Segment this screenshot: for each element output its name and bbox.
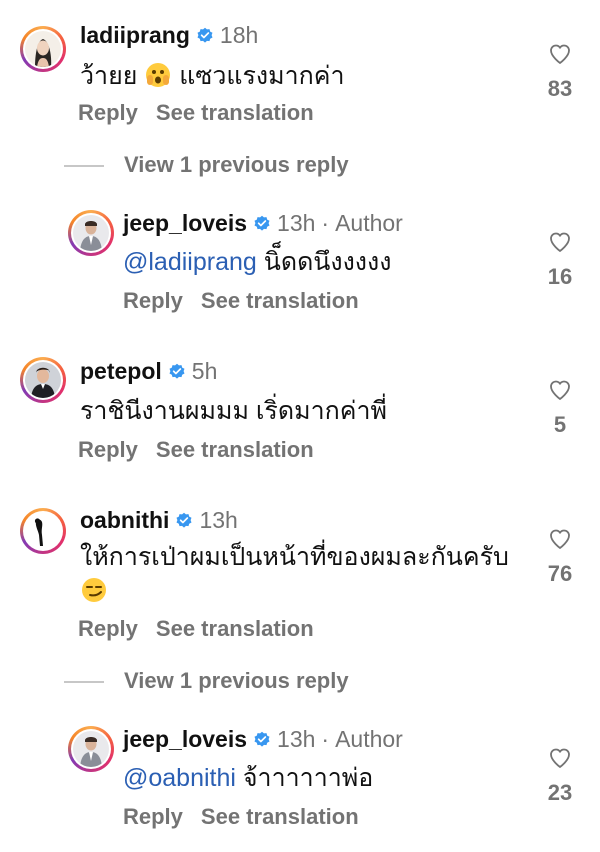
like-count: 23 — [547, 780, 573, 805]
username[interactable]: ladiiprang — [80, 22, 190, 48]
avatar[interactable] — [20, 357, 66, 403]
divider — [64, 165, 104, 168]
like-count: 83 — [547, 76, 573, 101]
avatar[interactable] — [20, 508, 66, 554]
heart-icon[interactable] — [548, 527, 572, 551]
verified-badge-icon — [253, 731, 271, 749]
comment-text: ว้ายย แซวแรงมากค่า — [80, 62, 345, 90]
reply-button[interactable]: Reply — [78, 616, 138, 641]
like-count: 16 — [547, 264, 573, 289]
avatar[interactable] — [68, 726, 114, 772]
reply-button[interactable]: Reply — [78, 437, 138, 462]
heart-icon[interactable] — [548, 42, 572, 66]
verified-badge-icon — [175, 512, 193, 530]
see-translation-button[interactable]: See translation — [201, 804, 359, 829]
smirking-face-emoji-icon — [82, 578, 106, 602]
timestamp: 13h — [277, 210, 316, 236]
username[interactable]: jeep_loveis — [123, 210, 247, 236]
view-previous-reply-button[interactable]: View 1 previous reply — [64, 668, 349, 694]
verified-badge-icon — [253, 215, 271, 233]
shocked-face-emoji-icon — [146, 63, 171, 87]
divider — [64, 681, 104, 684]
see-translation-button[interactable]: See translation — [156, 437, 314, 462]
timestamp: 13h — [199, 507, 238, 533]
view-previous-reply-button[interactable]: View 1 previous reply — [64, 152, 349, 178]
reply-button[interactable]: Reply — [123, 288, 183, 313]
reply-button[interactable]: Reply — [123, 804, 183, 829]
heart-icon[interactable] — [548, 378, 572, 402]
mention-link[interactable]: @oabnithi — [123, 764, 236, 792]
author-tag: Author — [335, 726, 403, 752]
heart-icon[interactable] — [548, 230, 572, 254]
username[interactable]: petepol — [80, 358, 162, 384]
comment-text: ให้การเป่าผมเป็นหน้าที่ของผมละกันครับ — [80, 540, 520, 608]
verified-badge-icon — [196, 27, 214, 45]
avatar[interactable] — [68, 210, 114, 256]
author-tag: Author — [335, 210, 403, 236]
like-count: 76 — [547, 561, 573, 586]
timestamp: 18h — [219, 22, 259, 48]
mention-link[interactable]: @ladiiprang — [123, 248, 257, 276]
comment-text: @ladiiprang นิ็ดดนึงงงงง — [123, 248, 392, 276]
username[interactable]: oabnithi — [80, 507, 169, 533]
see-translation-button[interactable]: See translation — [156, 616, 314, 641]
see-translation-button[interactable]: See translation — [156, 100, 314, 125]
timestamp: 13h — [277, 726, 316, 752]
see-translation-button[interactable]: See translation — [201, 288, 359, 313]
username[interactable]: jeep_loveis — [123, 726, 247, 752]
timestamp: 5h — [191, 358, 218, 384]
like-count: 5 — [553, 412, 567, 437]
comment-text: ราชินีงานผมมม เริ่ดมากค่าพี่ — [80, 397, 387, 425]
comment-text: @oabnithi จ้าาาาาาพ่อ — [123, 764, 374, 792]
avatar[interactable] — [20, 26, 66, 72]
heart-icon[interactable] — [548, 746, 572, 770]
verified-badge-icon — [168, 363, 186, 381]
reply-button[interactable]: Reply — [78, 100, 138, 125]
